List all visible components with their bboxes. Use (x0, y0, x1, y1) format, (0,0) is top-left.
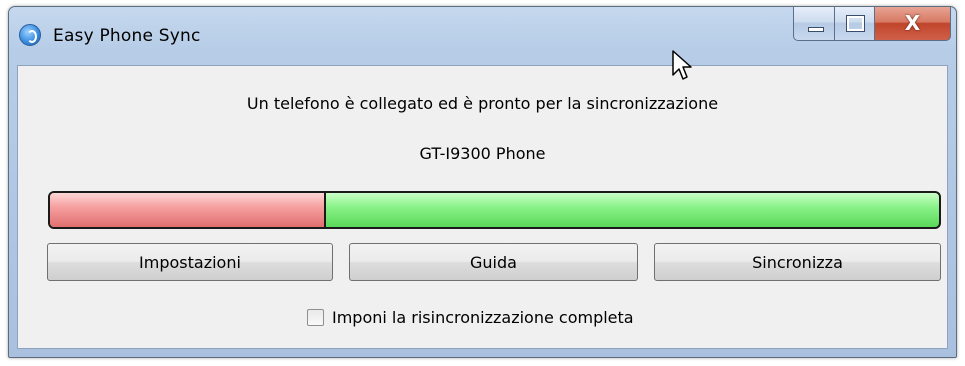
sync-progress-bar (48, 191, 941, 229)
minimize-button[interactable] (793, 7, 835, 41)
maximize-button[interactable] (835, 7, 875, 41)
app-window: Easy Phone Sync X Un telefono è collegat… (8, 6, 957, 358)
sync-app-icon (19, 24, 41, 46)
device-name: GT-I9300 Phone (419, 144, 546, 163)
force-resync-option[interactable]: Imponi la risincronizzazione completa (307, 303, 634, 331)
status-message: Un telefono è collegato ed è pronto per … (246, 94, 719, 113)
window-title: Easy Phone Sync (53, 26, 201, 46)
settings-button[interactable]: Impostazioni (47, 243, 333, 281)
title-bar[interactable]: Easy Phone Sync X (9, 7, 956, 65)
sync-button[interactable]: Sincronizza (654, 243, 941, 281)
close-button[interactable]: X (875, 7, 951, 41)
force-resync-checkbox[interactable] (307, 308, 324, 326)
window-controls: X (793, 7, 951, 43)
minimize-icon (808, 27, 824, 32)
close-icon: X (904, 11, 921, 35)
force-resync-label: Imponi la risincronizzazione completa (332, 307, 634, 327)
help-button[interactable]: Guida (349, 243, 638, 281)
mouse-cursor-icon (672, 50, 692, 80)
main-panel: Un telefono è collegato ed è pronto per … (17, 65, 948, 349)
maximize-icon (846, 15, 865, 32)
progress-filled-segment (50, 193, 326, 227)
